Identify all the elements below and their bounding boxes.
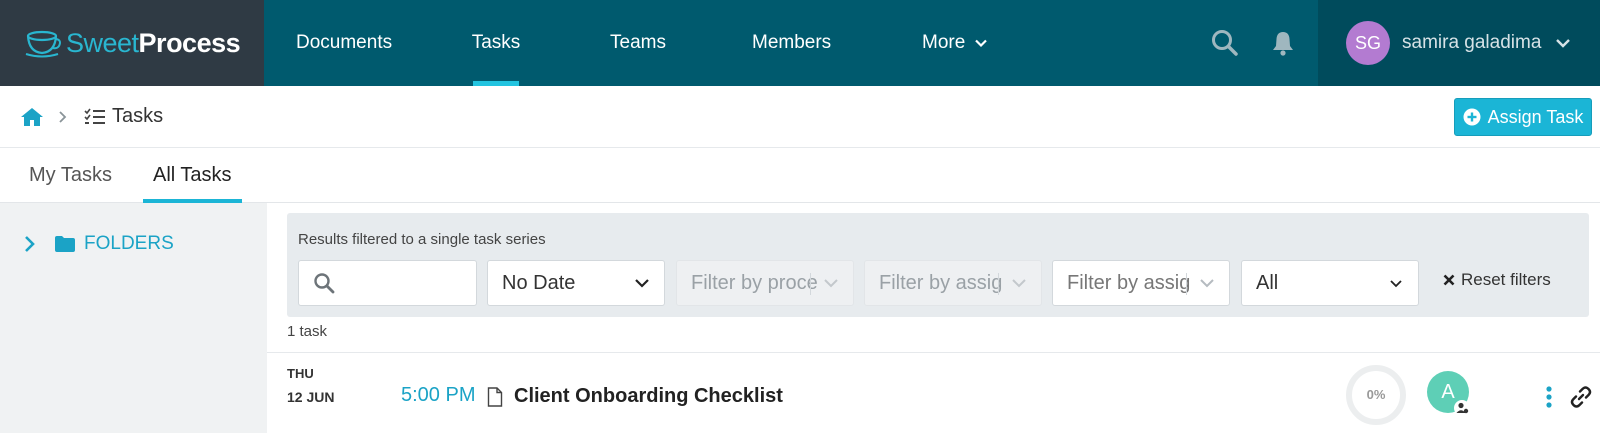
assignee-filter-placeholder: Filter by assig [879, 271, 1003, 294]
date-filter-select[interactable]: No Date [487, 260, 665, 306]
chevron-down-icon [824, 279, 838, 288]
select-separator [810, 273, 811, 295]
status-filter-select[interactable]: All [1241, 260, 1419, 306]
assignee-filter-select[interactable]: Filter by assig [864, 260, 1042, 306]
status-filter-value: All [1256, 271, 1279, 294]
select-separator [1186, 273, 1187, 295]
nav-members[interactable]: Members [752, 0, 831, 86]
sidebar-item-folders[interactable]: FOLDERS [24, 233, 174, 255]
chevron-right-icon [25, 236, 35, 252]
assign-task-label: Assign Task [1487, 106, 1584, 127]
bell-icon[interactable] [1268, 28, 1298, 58]
nav-teams[interactable]: Teams [610, 0, 666, 86]
tab-my-tasks[interactable]: My Tasks [29, 164, 112, 203]
brand-name: SweetProcess [66, 27, 241, 58]
chevron-down-icon [1556, 39, 1571, 48]
link-icon[interactable] [1569, 385, 1593, 409]
sidebar: FOLDERS [0, 203, 267, 433]
filter-note: Results filtered to a single task series [298, 231, 546, 248]
chevron-down-icon [1200, 279, 1214, 288]
breadcrumb: Tasks Assign Task [0, 86, 1600, 148]
process-filter-select[interactable]: Filter by proce [676, 260, 854, 306]
user-name: samira galadima [1402, 32, 1542, 53]
filter-panel: Results filtered to a single task series… [287, 213, 1589, 317]
progress-value: 0% [1366, 387, 1386, 402]
chevron-down-icon [975, 39, 988, 48]
page-title: Tasks [112, 105, 164, 127]
folders-label: FOLDERS [84, 233, 174, 254]
select-separator [998, 273, 999, 295]
chevron-down-icon [1012, 279, 1026, 288]
task-title[interactable]: Client Onboarding Checklist [514, 385, 783, 408]
more-options-icon[interactable] [1545, 385, 1553, 409]
assigned-by-filter-select[interactable]: Filter by assig [1052, 260, 1230, 306]
nav-tasks[interactable]: Tasks [472, 0, 520, 86]
reset-filters-label: Reset filters [1461, 270, 1551, 289]
avatar: SG [1346, 21, 1390, 65]
search-icon[interactable] [1210, 28, 1240, 58]
assign-task-button[interactable]: Assign Task [1454, 98, 1592, 136]
tab-all-tasks[interactable]: All Tasks [143, 164, 242, 203]
user-menu[interactable]: SG samira galadima [1318, 0, 1600, 86]
chevron-down-icon [635, 279, 649, 288]
top-nav: SweetProcess Documents Tasks Teams Membe… [0, 0, 1600, 86]
chevron-right-icon [59, 111, 67, 123]
coffee-cup-icon [25, 30, 61, 58]
main-content: Results filtered to a single task series… [267, 203, 1600, 433]
nav-more-label: More [922, 32, 966, 53]
date-filter-value: No Date [502, 271, 576, 294]
assigned-by-filter-placeholder: Filter by assig [1067, 271, 1191, 294]
nav-documents[interactable]: Documents [296, 0, 392, 86]
reset-filters-button[interactable]: Reset filters [1443, 270, 1551, 290]
folder-icon [55, 236, 75, 252]
nav-more[interactable]: More [922, 0, 988, 86]
brand-logo[interactable]: SweetProcess [0, 0, 264, 86]
search-icon [314, 273, 335, 294]
document-icon [487, 387, 503, 407]
chevron-down-icon [1390, 280, 1402, 288]
user-icon [1454, 400, 1470, 416]
search-input[interactable] [298, 260, 477, 306]
checklist-icon [84, 108, 105, 124]
task-count: 1 task [287, 323, 328, 340]
home-icon[interactable] [20, 106, 44, 128]
task-time: 5:00 PM [401, 384, 476, 406]
task-day: THU [287, 366, 314, 381]
plus-circle-icon [1463, 108, 1481, 126]
divider [267, 352, 1600, 353]
task-tabs: My Tasks All Tasks [0, 148, 1600, 203]
close-icon [1443, 274, 1455, 286]
task-date: 12 JUN [287, 389, 335, 405]
process-filter-placeholder: Filter by proce [691, 271, 818, 294]
